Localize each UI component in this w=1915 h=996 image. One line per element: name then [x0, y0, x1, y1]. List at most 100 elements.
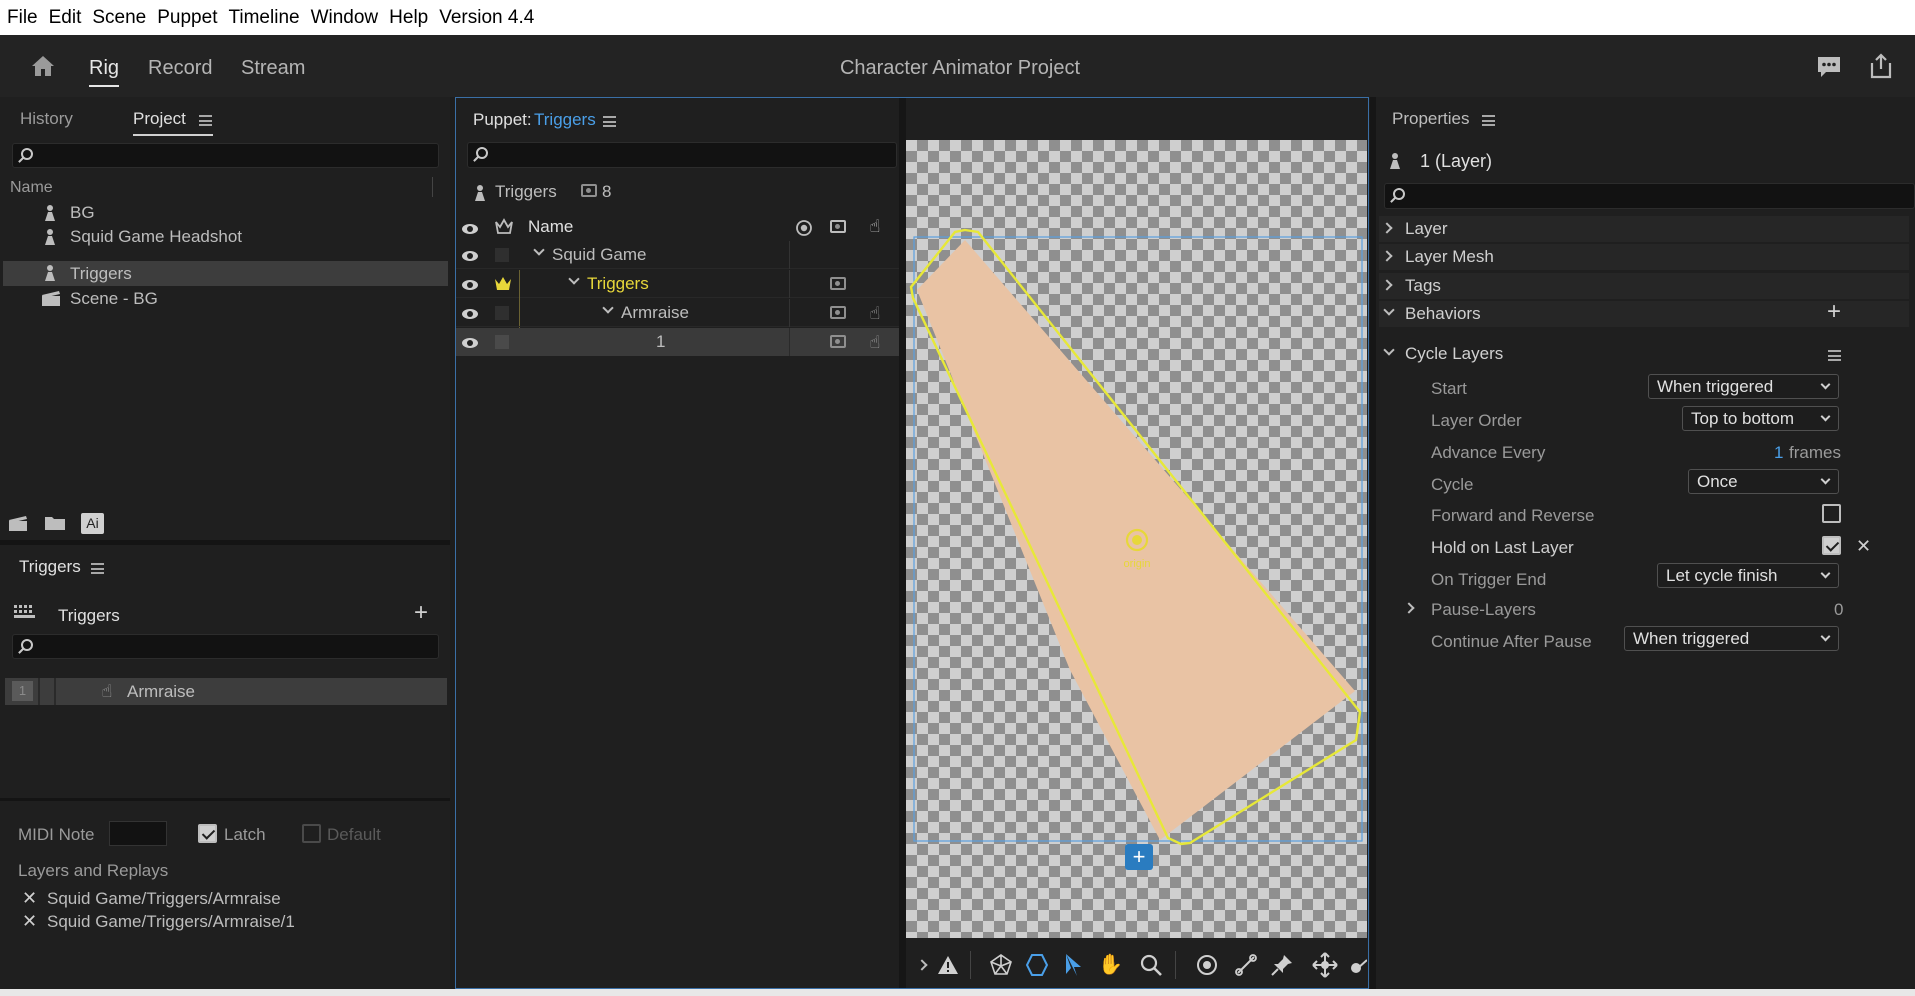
- puppet-canvas[interactable]: origin +: [906, 140, 1367, 938]
- share-icon[interactable]: [1869, 52, 1893, 79]
- start-dropdown[interactable]: When triggered: [1648, 374, 1839, 399]
- draw-tool-icon[interactable]: [1350, 958, 1367, 978]
- forward-reverse-label: Forward and Reverse: [1431, 506, 1595, 525]
- warning-icon[interactable]: [937, 955, 959, 975]
- section-layer-mesh[interactable]: Layer Mesh: [1379, 244, 1909, 270]
- keyboard-icon: [14, 605, 35, 618]
- menu-window[interactable]: Window: [311, 7, 379, 29]
- latch-checkbox[interactable]: [198, 824, 217, 843]
- crown-icon[interactable]: [494, 275, 512, 291]
- tab-history[interactable]: History: [20, 109, 73, 129]
- eye-icon[interactable]: [462, 280, 478, 290]
- chevron-down-icon[interactable]: [533, 244, 545, 256]
- properties-search-input[interactable]: [1384, 183, 1915, 209]
- chevron-down-icon[interactable]: [1383, 304, 1395, 316]
- tab-project[interactable]: Project: [133, 109, 186, 129]
- eye-icon[interactable]: [462, 251, 478, 261]
- menu-edit[interactable]: Edit: [49, 7, 82, 29]
- zoom-icon[interactable]: [1139, 953, 1163, 977]
- chevron-down-icon[interactable]: [602, 302, 614, 314]
- layer-label: 1: [656, 332, 666, 351]
- dropdown-value: Let cycle finish: [1666, 566, 1778, 585]
- list-item[interactable]: Squid Game Headshot: [0, 225, 450, 249]
- dragger-icon: ☝: [869, 332, 881, 352]
- on-trigger-end-dropdown[interactable]: Let cycle finish: [1657, 563, 1839, 588]
- behavior-menu-icon[interactable]: [1828, 350, 1841, 361]
- chevron-right-icon[interactable]: [1381, 279, 1393, 291]
- puppet-icon: [44, 229, 56, 245]
- remove-layer-icon[interactable]: ✕: [22, 888, 37, 909]
- panel-menu-icon[interactable]: [603, 116, 616, 127]
- on-trigger-end-label: On Trigger End: [1431, 570, 1547, 589]
- list-item-label: BG: [70, 203, 95, 222]
- panel-menu-icon[interactable]: [1482, 115, 1495, 126]
- menu-scene[interactable]: Scene: [92, 7, 146, 29]
- list-item-selected[interactable]: Triggers: [3, 261, 448, 286]
- list-item[interactable]: BG: [0, 201, 450, 225]
- menu-file[interactable]: File: [7, 7, 38, 29]
- forward-reverse-checkbox[interactable]: [1822, 504, 1841, 523]
- pause-layers-value[interactable]: 0: [1834, 600, 1843, 620]
- list-item[interactable]: Scene - BG: [0, 287, 450, 311]
- hand-tool-icon[interactable]: ✋: [1098, 953, 1123, 977]
- project-panel: History Project Name BG Squid Game Heads…: [0, 97, 450, 540]
- layer-order-dropdown[interactable]: Top to bottom: [1682, 406, 1839, 431]
- eye-icon[interactable]: [462, 309, 478, 319]
- add-trigger-icon[interactable]: +: [414, 599, 428, 627]
- panel-splitter[interactable]: [899, 98, 906, 988]
- chevron-down-icon[interactable]: [568, 273, 580, 285]
- comment-icon[interactable]: [1816, 55, 1842, 79]
- chevron-right-icon[interactable]: [1381, 250, 1393, 262]
- layer-row[interactable]: Triggers: [456, 270, 905, 356]
- triggers-search-input[interactable]: [12, 634, 439, 659]
- menu-help[interactable]: Help: [389, 7, 428, 29]
- menu-timeline[interactable]: Timeline: [228, 7, 299, 29]
- mesh-icon[interactable]: [989, 953, 1013, 977]
- select-tool-icon[interactable]: [1063, 952, 1083, 978]
- eye-icon[interactable]: [462, 338, 478, 348]
- menu-version[interactable]: Version 4.4: [439, 7, 534, 29]
- midi-note-input[interactable]: [109, 821, 167, 846]
- menu-puppet[interactable]: Puppet: [157, 7, 217, 29]
- puppet-label: Triggers: [495, 182, 557, 201]
- default-checkbox[interactable]: [302, 824, 321, 843]
- pin-tool-icon[interactable]: [1270, 953, 1294, 977]
- puppet-title-name[interactable]: Triggers: [534, 110, 596, 130]
- new-scene-icon[interactable]: [8, 514, 30, 532]
- stick-tool-icon[interactable]: [1234, 953, 1258, 977]
- folder-icon[interactable]: [44, 515, 66, 531]
- layer-row[interactable]: Armraise ☝: [456, 299, 905, 327]
- add-handle-icon[interactable]: +: [1125, 844, 1153, 870]
- panel-menu-icon[interactable]: [199, 115, 212, 126]
- layer-name-header: Name: [528, 217, 574, 236]
- layer-toggle[interactable]: [495, 335, 509, 349]
- list-item-label: Scene - BG: [70, 289, 158, 308]
- panel-menu-icon[interactable]: [91, 563, 104, 574]
- reset-icon[interactable]: ✕: [1856, 536, 1871, 557]
- origin-tool-icon[interactable]: [1195, 953, 1219, 977]
- chevron-right-icon[interactable]: [1381, 222, 1393, 234]
- puppet-artwork[interactable]: origin: [906, 140, 1367, 938]
- advance-every-value[interactable]: 1: [1774, 443, 1783, 463]
- layer-row[interactable]: Squid Game: [456, 241, 905, 269]
- illustrator-icon[interactable]: Ai: [81, 513, 104, 534]
- dragger-tool-icon[interactable]: [1312, 952, 1338, 978]
- puppet-search-input[interactable]: [467, 142, 897, 168]
- section-behaviors[interactable]: Behaviors +: [1379, 298, 1909, 327]
- selected-layer-title: 1 (Layer): [1420, 151, 1493, 171]
- remove-layer-icon[interactable]: ✕: [22, 911, 37, 932]
- trigger-key[interactable]: 1: [12, 681, 33, 701]
- continue-after-pause-dropdown[interactable]: When triggered: [1624, 626, 1839, 651]
- shape-icon[interactable]: [1025, 953, 1049, 977]
- cycle-dropdown[interactable]: Once: [1688, 469, 1839, 494]
- handle-icon: [830, 335, 846, 348]
- project-search-input[interactable]: [12, 143, 439, 168]
- section-layer[interactable]: Layer: [1379, 216, 1909, 242]
- layer-toggle[interactable]: [495, 306, 509, 320]
- layer-row-selected[interactable]: 1 ☝: [456, 328, 905, 356]
- hold-last-layer-checkbox[interactable]: [1822, 536, 1841, 555]
- trigger-row[interactable]: 1 ☝ Armraise: [5, 678, 447, 705]
- add-behavior-icon[interactable]: +: [1827, 298, 1841, 326]
- layer-toggle[interactable]: [495, 248, 509, 262]
- section-tags[interactable]: Tags: [1379, 273, 1909, 299]
